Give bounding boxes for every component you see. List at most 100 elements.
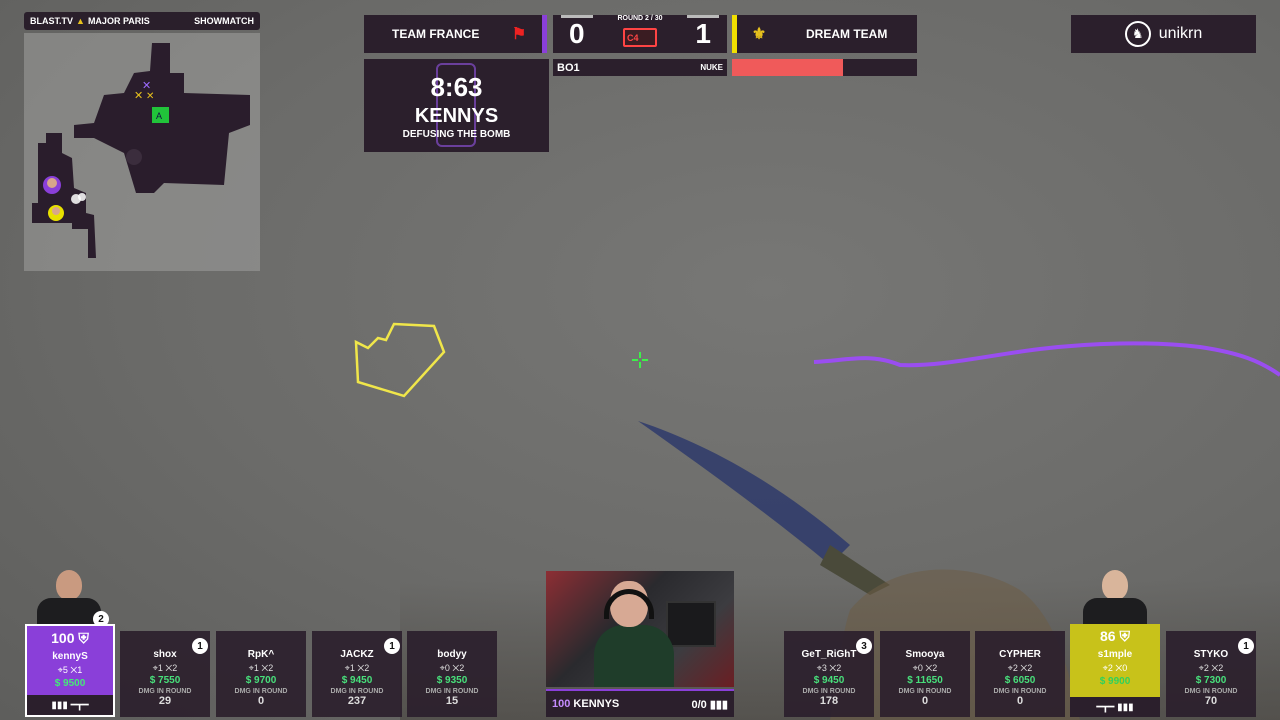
left-player-card: bodyy ⌖0 ✕2 $ 9350 DMG IN ROUND 15 bbox=[407, 631, 497, 717]
player-dmg: 0 bbox=[1016, 695, 1024, 707]
player-deaths: 2 bbox=[268, 663, 274, 673]
score-box: ROUND 2 / 30 0 C4 1 bbox=[553, 15, 727, 53]
team-right-name: DREAM TEAM bbox=[806, 27, 888, 41]
defusing-player: KENNYS bbox=[414, 105, 499, 127]
left-player-card: RpK^ ⌖1 ✕2 $ 9700 DMG IN ROUND 0 bbox=[216, 631, 306, 717]
right-player-card: Smooya ⌖0 ✕2 $ 11650 DMG IN ROUND 0 bbox=[880, 631, 970, 717]
series-format: BO1 bbox=[557, 61, 580, 74]
dmg-label: DMG IN ROUND bbox=[898, 688, 952, 695]
featured-left-deaths: 1 bbox=[77, 665, 83, 675]
player-name: CYPHER bbox=[999, 649, 1041, 660]
player-kills: 1 bbox=[253, 663, 259, 673]
defuse-action-label: DEFUSING THE BOMB bbox=[402, 129, 511, 140]
event-name-tail: MAJOR PARIS bbox=[87, 16, 150, 26]
showmatch-badge: SHOWMATCH bbox=[194, 16, 254, 26]
player-money: $ 11650 bbox=[907, 675, 943, 686]
round-kills-badge: 3 bbox=[856, 638, 872, 654]
player-deaths: 2 bbox=[1218, 663, 1224, 673]
right-score-bar bbox=[687, 15, 719, 18]
team-france-logo-icon: ⚑ bbox=[511, 26, 527, 43]
dmg-label: DMG IN ROUND bbox=[234, 688, 288, 695]
player-dmg: 0 bbox=[921, 695, 929, 707]
webcam-player bbox=[594, 581, 674, 687]
featured-left-kills: 5 bbox=[62, 665, 68, 675]
featured-right-name: s1mple bbox=[1097, 649, 1133, 660]
map-name: NUKE bbox=[700, 63, 723, 72]
player-kills: 2 bbox=[1203, 663, 1209, 673]
player-kills: 1 bbox=[157, 663, 163, 673]
featured-left-name: kennyS bbox=[52, 651, 88, 662]
round-kills-badge: 1 bbox=[1238, 638, 1254, 654]
player-deaths: 2 bbox=[836, 663, 842, 673]
webcam-hp: 100 bbox=[552, 698, 571, 710]
dmg-label: DMG IN ROUND bbox=[993, 688, 1047, 695]
right-player-card: CYPHER ⌖2 ✕2 $ 6050 DMG IN ROUND 0 bbox=[975, 631, 1065, 717]
dmg-label: DMG IN ROUND bbox=[1184, 688, 1238, 695]
player-deaths: 2 bbox=[364, 663, 370, 673]
team-left-color-stripe bbox=[542, 15, 547, 53]
player-dmg: 29 bbox=[158, 695, 172, 707]
player-name: Smooya bbox=[905, 649, 945, 660]
player-dmg: 15 bbox=[445, 695, 459, 707]
player-kills: 0 bbox=[917, 663, 923, 673]
round-kills-badge: 1 bbox=[384, 638, 400, 654]
armor-icon: ⛨ bbox=[78, 630, 89, 646]
player-money: $ 7550 bbox=[149, 675, 181, 686]
player-dmg: 0 bbox=[257, 695, 265, 707]
left-score-bar bbox=[561, 15, 593, 18]
player-money: $ 9450 bbox=[813, 675, 845, 686]
player-name: bodyy bbox=[437, 649, 467, 660]
crosshair-icon bbox=[632, 352, 648, 368]
featured-left-hp: 100 bbox=[51, 630, 75, 646]
player-dmg: 178 bbox=[819, 695, 839, 707]
player-path-trail bbox=[813, 341, 1280, 377]
svg-text:✕: ✕ bbox=[146, 91, 154, 102]
player-kills: 2 bbox=[1012, 663, 1018, 673]
dmg-label: DMG IN ROUND bbox=[138, 688, 192, 695]
featured-left-money: $ 9500 bbox=[54, 678, 86, 689]
team-right-panel: ⚜ DREAM TEAM bbox=[732, 15, 917, 53]
bomb-defuse-panel: 8:63 KENNYS DEFUSING THE BOMB bbox=[364, 59, 549, 152]
minimap-layout: A ✕ ✕ ✕ bbox=[32, 43, 250, 258]
ammo-icon: ▮▮▮ bbox=[709, 698, 728, 711]
armor-icon: ⛨ bbox=[1119, 628, 1130, 644]
unikrn-logo-icon: ♞ bbox=[1124, 21, 1151, 47]
dmg-label: DMG IN ROUND bbox=[425, 688, 479, 695]
team-right-color-stripe bbox=[732, 15, 737, 53]
bomb-outline-icon bbox=[354, 322, 446, 398]
player-money: $ 9700 bbox=[245, 675, 277, 686]
featured-right-money: $ 9900 bbox=[1099, 676, 1131, 687]
minimap: A ✕ ✕ ✕ bbox=[24, 33, 260, 271]
featured-right-hp: 86 bbox=[1100, 628, 1116, 644]
svg-text:A: A bbox=[156, 111, 162, 121]
featured-right-deaths: 0 bbox=[1122, 663, 1128, 673]
dmg-label: DMG IN ROUND bbox=[330, 688, 384, 695]
player-deaths: 2 bbox=[172, 663, 178, 673]
player-money: $ 7300 bbox=[1195, 675, 1227, 686]
featured-player-right: 86 ⛨ s1mple ⌖2 ✕0 $ 9900 ━┳━ ▮▮▮ bbox=[1070, 624, 1160, 717]
player-deaths: 2 bbox=[459, 663, 465, 673]
s1mple-portrait bbox=[1080, 570, 1150, 626]
featured-player-left: 100 ⛨ kennyS ⌖5 ✕1 $ 9500 ▮▮▮ ━┳━ bbox=[25, 624, 115, 717]
monitor-in-cam bbox=[666, 601, 716, 647]
player-deaths: 2 bbox=[1027, 663, 1033, 673]
team-right-hp-bar-fill bbox=[732, 59, 843, 76]
player-webcam bbox=[546, 571, 734, 687]
defuse-timer: 8:63 bbox=[430, 72, 483, 102]
player-kills: 1 bbox=[349, 663, 355, 673]
c4-bomb-icon: C4 bbox=[623, 28, 657, 47]
player-kills: 0 bbox=[444, 663, 450, 673]
series-bar: BO1 NUKE bbox=[553, 59, 727, 76]
team-left-panel: TEAM FRANCE ⚑ bbox=[364, 15, 547, 53]
webcam-ammo: 0/0 bbox=[691, 698, 707, 711]
round-kills-badge: 1 bbox=[192, 638, 208, 654]
player-dmg: 70 bbox=[1204, 695, 1218, 707]
player-money: $ 6050 bbox=[1004, 675, 1036, 686]
event-header: BLAST.TV ▲ MAJOR PARIS SHOWMATCH bbox=[24, 12, 260, 30]
rifle-icon: ▮▮▮ ━┳━ bbox=[27, 695, 113, 715]
webcam-player-name: KENNYS bbox=[573, 698, 620, 710]
player-kills: 3 bbox=[821, 663, 827, 673]
team-right-score: 1 bbox=[695, 18, 711, 49]
sponsor-name: unikrn bbox=[1158, 25, 1203, 42]
dmg-label: DMG IN ROUND bbox=[802, 688, 856, 695]
